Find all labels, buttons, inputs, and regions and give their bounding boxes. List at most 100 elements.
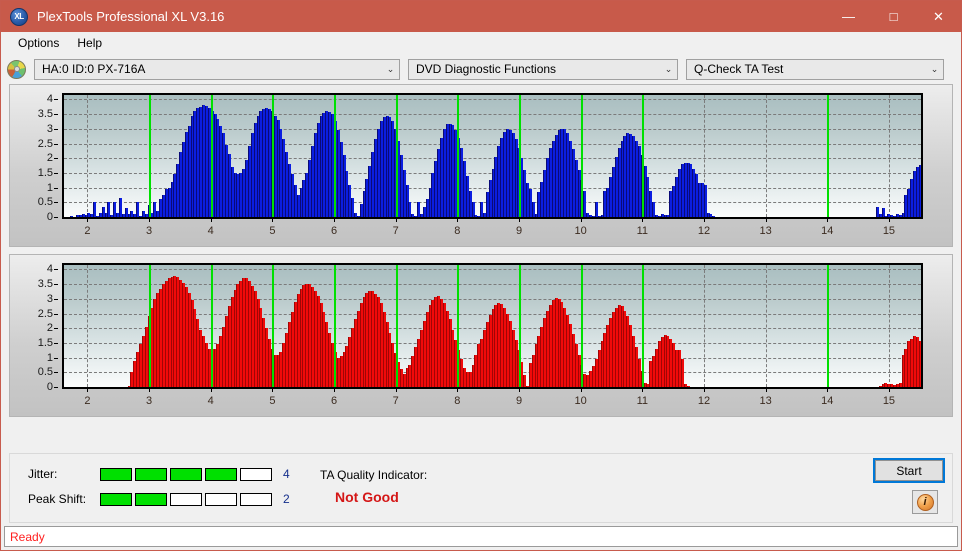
y-tick — [54, 372, 58, 374]
marker-line — [827, 265, 830, 387]
ta-test-chart-jitter[interactable]: 0 0.5 1 1.5 2 2.5 3 3.5 4 2 3 4 5 6 7 8 9 10 11 12 13 14 15 — [9, 84, 953, 247]
x-tick — [765, 218, 767, 222]
marker-line — [149, 265, 152, 387]
y-tick-label: 1 — [46, 181, 53, 194]
status-text: Ready — [10, 529, 45, 544]
menu-item-options[interactable]: Options — [9, 34, 68, 52]
x-tick-label: 4 — [207, 395, 214, 407]
marker-line — [519, 265, 521, 387]
selector-toolbar: HA:0 ID:0 PX-716A ⌄ DVD Diagnostic Funct… — [1, 54, 961, 84]
bar-series — [64, 265, 921, 387]
ta-test-chart-peak-shift[interactable]: 0 0.5 1 1.5 2 2.5 3 3.5 4 2 3 4 5 6 7 8 9 10 11 12 13 14 15 — [9, 254, 953, 417]
bar — [680, 359, 684, 387]
marker-line — [210, 265, 213, 387]
ta-quality-value: Not Good — [335, 489, 399, 505]
meter-segment — [100, 467, 132, 481]
x-tick — [703, 218, 705, 222]
y-tick — [54, 298, 58, 300]
meter-segment — [135, 492, 167, 506]
results-panel: Jitter: 4 Peak Shift: 2 TA Quality Indic… — [9, 453, 953, 523]
x-tick — [395, 388, 397, 392]
bar — [686, 385, 690, 387]
y-tick — [54, 387, 58, 388]
x-tick — [642, 388, 644, 392]
x-tick — [395, 218, 397, 222]
peak-shift-meter-row: Peak Shift: 2 — [28, 492, 290, 506]
marker-line — [334, 265, 337, 387]
test-select[interactable]: Q-Check TA Test ⌄ — [686, 58, 944, 80]
drive-select[interactable]: HA:0 ID:0 PX-716A ⌄ — [34, 58, 400, 80]
meter-segment — [100, 492, 132, 506]
x-axis-labels: 2 3 4 5 6 7 8 9 10 11 12 13 14 15 — [62, 218, 923, 241]
y-tick — [54, 187, 58, 189]
y-tick-label: 1.5 — [37, 336, 53, 349]
y-tick — [54, 217, 58, 218]
y-tick — [54, 328, 58, 330]
y-tick — [54, 342, 58, 344]
x-tick-label: 12 — [697, 395, 711, 407]
info-button[interactable]: i — [912, 490, 938, 514]
function-select-value: DVD Diagnostic Functions — [416, 62, 557, 76]
x-tick — [580, 388, 582, 392]
minimize-icon[interactable]: — — [826, 1, 871, 32]
y-tick — [54, 357, 58, 359]
x-tick — [272, 218, 274, 222]
marker-line — [580, 265, 583, 387]
y-tick — [54, 128, 58, 130]
x-tick-label: 14 — [821, 225, 834, 237]
y-tick-label: 3.5 — [37, 108, 53, 121]
x-tick — [457, 388, 459, 392]
x-tick — [827, 218, 829, 222]
y-tick — [54, 284, 58, 286]
x-tick-label: 3 — [146, 395, 153, 407]
meter-segment — [240, 467, 272, 481]
x-tick — [519, 218, 520, 222]
menu-item-help[interactable]: Help — [68, 34, 111, 52]
x-tick — [642, 218, 644, 222]
y-tick-label: 3 — [46, 292, 53, 305]
y-tick — [54, 99, 58, 101]
peak-shift-label: Peak Shift: — [28, 492, 87, 506]
x-tick-label: 7 — [392, 395, 399, 407]
x-tick-label: 5 — [269, 395, 276, 407]
maximize-icon[interactable]: □ — [871, 1, 916, 32]
x-tick-label: 15 — [882, 395, 896, 407]
marker-line — [457, 95, 460, 217]
y-tick-label: 3.5 — [37, 278, 53, 291]
ta-quality-label: TA Quality Indicator: — [320, 468, 428, 482]
plot-area — [62, 263, 923, 389]
function-select[interactable]: DVD Diagnostic Functions ⌄ — [408, 58, 678, 80]
marker-line — [457, 265, 460, 387]
app-window: XL PlexTools Professional XL V3.16 — □ ✕… — [0, 0, 962, 551]
marker-line — [272, 95, 275, 217]
x-tick-label: 10 — [574, 395, 587, 407]
marker-line — [395, 265, 398, 387]
x-tick-label: 11 — [636, 395, 649, 407]
title-bar: XL PlexTools Professional XL V3.16 — □ ✕ — [1, 1, 961, 32]
x-tick — [272, 388, 274, 392]
menu-bar: Options Help — [1, 32, 961, 54]
marker-line — [580, 95, 583, 217]
meter-segment — [170, 492, 202, 506]
x-axis-labels: 2 3 4 5 6 7 8 9 10 11 12 13 14 15 — [62, 388, 923, 411]
status-bar: Ready — [4, 526, 958, 547]
close-icon[interactable]: ✕ — [916, 1, 961, 32]
chevron-down-icon: ⌄ — [930, 63, 939, 74]
peak-shift-value: 2 — [283, 492, 290, 506]
start-button[interactable]: Start — [875, 460, 943, 481]
y-axis-labels: 0 0.5 1 1.5 2 2.5 3 3.5 4 — [10, 263, 58, 393]
bar — [712, 215, 716, 217]
x-tick-label: 13 — [759, 225, 772, 237]
bar — [70, 215, 74, 217]
x-tick — [149, 218, 151, 222]
x-tick-label: 4 — [207, 225, 214, 237]
y-tick-label: 0 — [46, 381, 53, 393]
window-title: PlexTools Professional XL V3.16 — [37, 9, 225, 24]
marker-line — [642, 95, 645, 217]
meter-segment — [240, 492, 272, 506]
bar — [918, 164, 921, 217]
x-tick-label: 11 — [636, 225, 649, 237]
marker-line — [395, 95, 398, 217]
x-tick — [580, 218, 582, 222]
marker-line — [272, 265, 275, 387]
